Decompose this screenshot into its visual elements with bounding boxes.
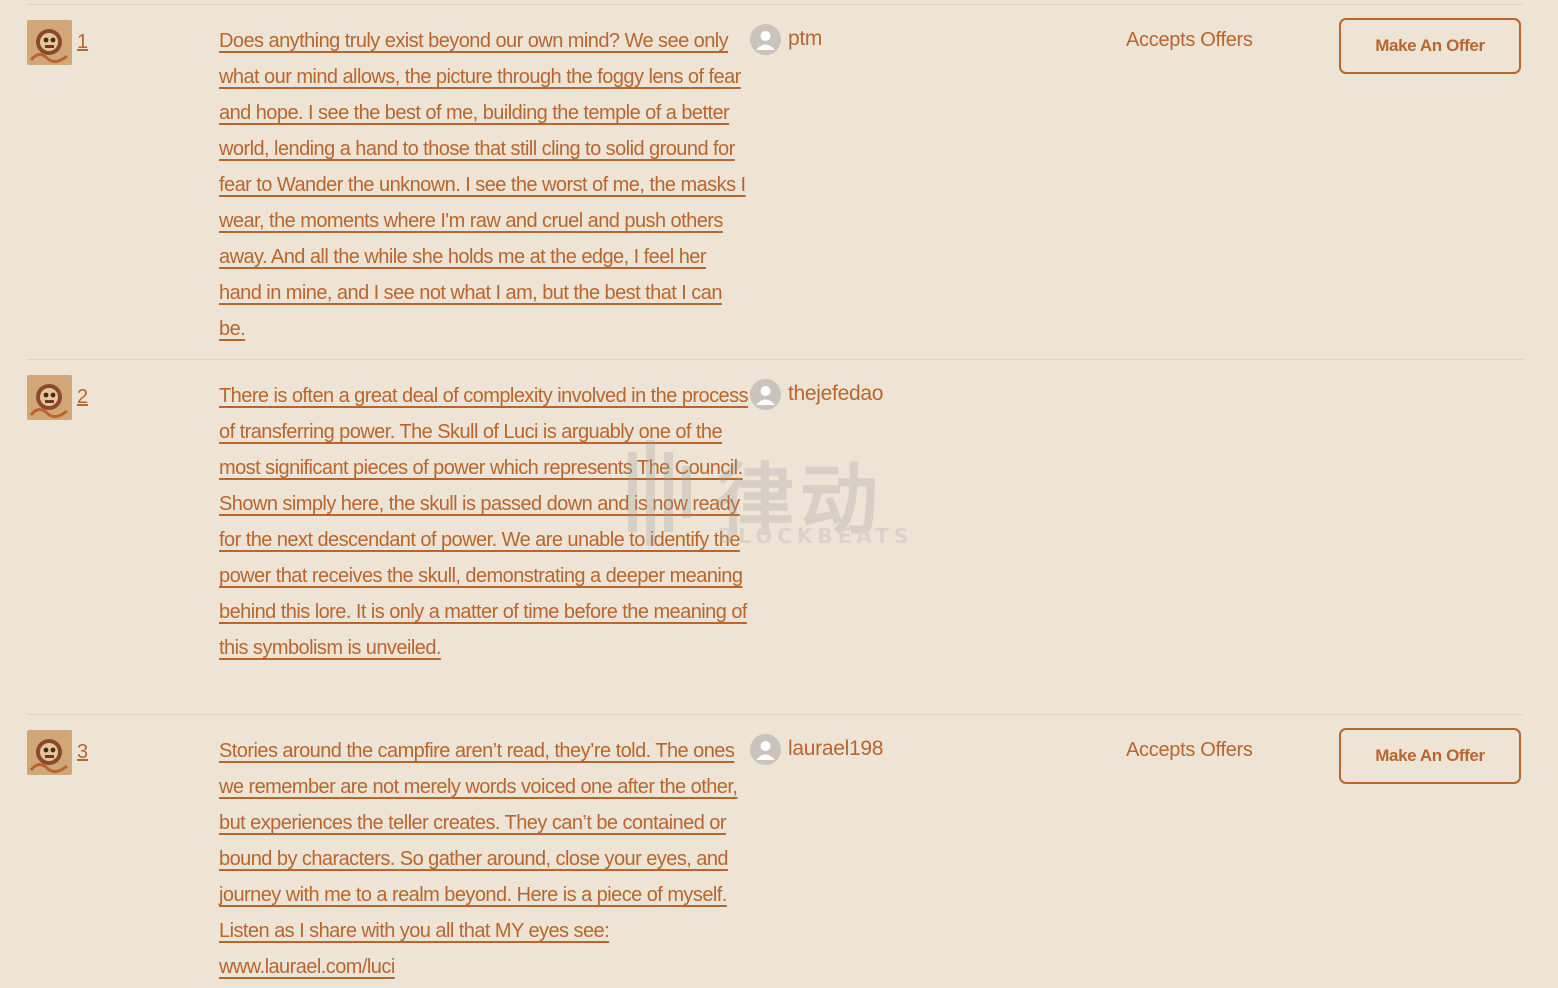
listing-row-2: 2 There is often a great deal of complex… xyxy=(27,360,1523,715)
owner-name: thejefedao xyxy=(788,382,884,405)
listing-row-3: 3 Stories around the campfire aren’t rea… xyxy=(27,715,1523,988)
rank-link[interactable]: 2 xyxy=(77,384,88,410)
artwork-thumbnail[interactable] xyxy=(27,20,72,65)
offer-status: Accepts Offers xyxy=(1126,29,1253,51)
rank-link[interactable]: 3 xyxy=(77,739,88,765)
artwork-thumbnail[interactable] xyxy=(27,730,72,775)
listing-row-1: 1 Does anything truly exist beyond our o… xyxy=(27,5,1523,360)
user-avatar-icon xyxy=(750,378,781,410)
user-avatar-icon xyxy=(750,733,781,765)
offer-status: Accepts Offers xyxy=(1126,739,1253,761)
owner-profile[interactable]: laurael198 xyxy=(750,733,883,765)
make-offer-button[interactable]: Make An Offer xyxy=(1339,18,1521,74)
make-offer-button[interactable]: Make An Offer xyxy=(1339,728,1521,784)
listing-description[interactable]: Does anything truly exist beyond our own… xyxy=(219,23,749,347)
owner-name: laurael198 xyxy=(788,737,884,760)
listing-description[interactable]: Stories around the campfire aren’t read,… xyxy=(219,733,749,985)
owner-name: ptm xyxy=(788,27,823,50)
owner-profile[interactable]: ptm xyxy=(750,23,822,55)
rank-link[interactable]: 1 xyxy=(77,29,88,55)
listing-description[interactable]: There is often a great deal of complexit… xyxy=(219,378,749,666)
user-avatar-icon xyxy=(750,23,781,55)
owner-profile[interactable]: thejefedao xyxy=(750,378,883,410)
artwork-thumbnail[interactable] xyxy=(27,375,72,420)
